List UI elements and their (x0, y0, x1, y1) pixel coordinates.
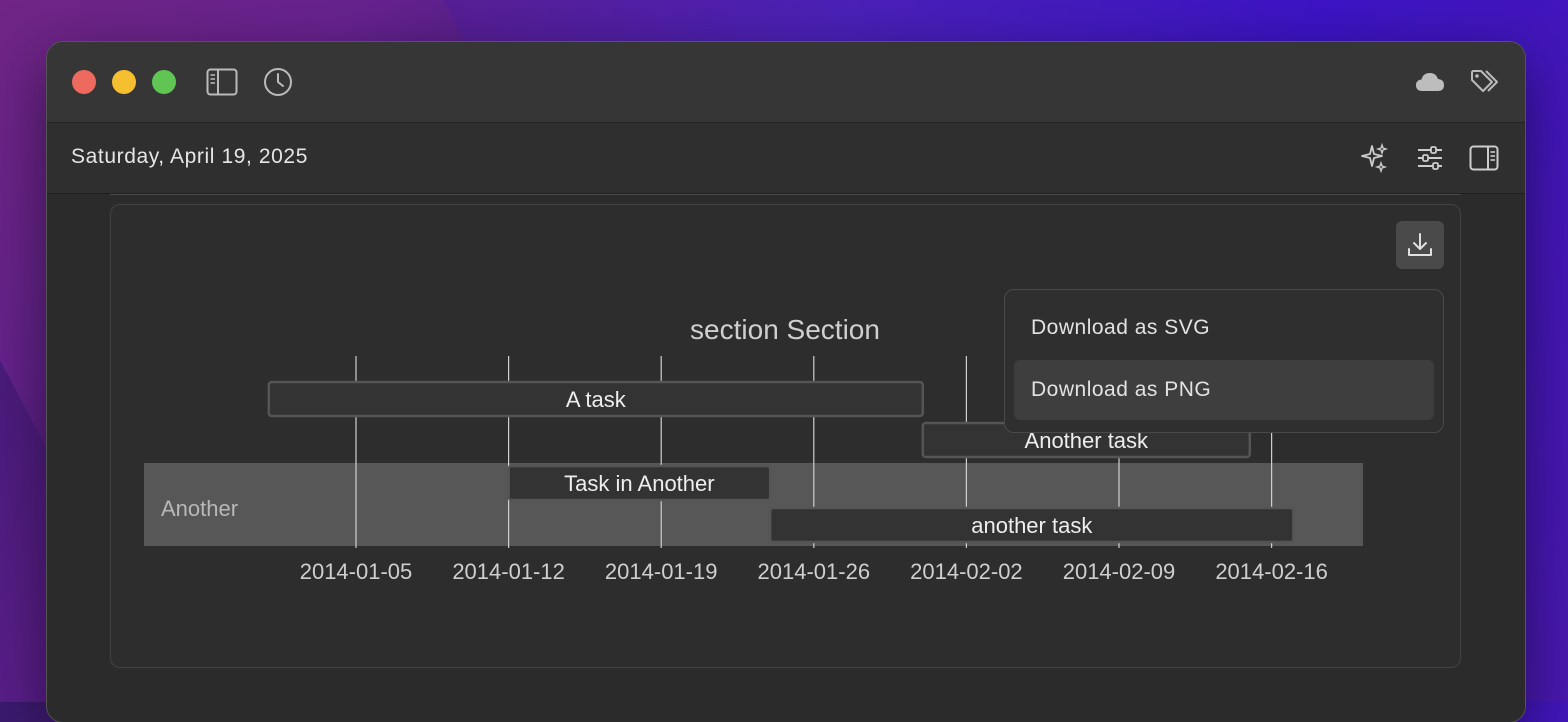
x-tick-label: 2014-02-09 (1063, 559, 1176, 584)
gantt-bar-label: another task (971, 513, 1093, 538)
chart-title: section Section (690, 314, 880, 345)
x-tick-label: 2014-01-19 (605, 559, 718, 584)
sparkles-icon[interactable] (1356, 140, 1392, 176)
download-icon (1408, 233, 1432, 256)
note-header: Saturday, April 19, 2025 (47, 123, 1525, 194)
note-content: A task Another task Task in Another another… (47, 194, 1525, 722)
x-tick-label: 2014-01-05 (300, 559, 413, 584)
download-svg-item[interactable]: Download as SVG (1014, 298, 1434, 358)
titlebar (47, 42, 1525, 123)
sidebar-icon[interactable] (204, 64, 240, 100)
section-label-another: Another (161, 496, 238, 521)
x-tick-label: 2014-01-12 (452, 559, 565, 584)
tags-icon[interactable] (1468, 64, 1504, 100)
gantt-chart: A taskAnother taskTask in Anotheranother… (144, 314, 1363, 584)
clock-icon[interactable] (260, 64, 296, 100)
page-title: Saturday, April 19, 2025 (71, 145, 308, 168)
sliders-icon[interactable] (1412, 140, 1448, 176)
right-sidebar-icon[interactable] (1466, 140, 1502, 176)
download-menu: Download as SVG Download as PNG (1004, 289, 1444, 433)
download-png-item[interactable]: Download as PNG (1014, 360, 1434, 420)
x-tick-label: 2014-02-16 (1215, 559, 1328, 584)
close-window-button[interactable] (72, 70, 96, 94)
gantt-bar-label: Task in Another (564, 471, 714, 496)
zoom-window-button[interactable] (152, 70, 176, 94)
gantt-bar-label: A task (566, 387, 627, 412)
app-window: Saturday, April 19, 2025 A task Another t… (47, 42, 1525, 722)
download-button[interactable] (1396, 221, 1444, 269)
x-tick-label: 2014-01-26 (758, 559, 871, 584)
cloud-icon[interactable] (1412, 64, 1448, 100)
minimize-window-button[interactable] (112, 70, 136, 94)
x-tick-label: 2014-02-02 (910, 559, 1023, 584)
